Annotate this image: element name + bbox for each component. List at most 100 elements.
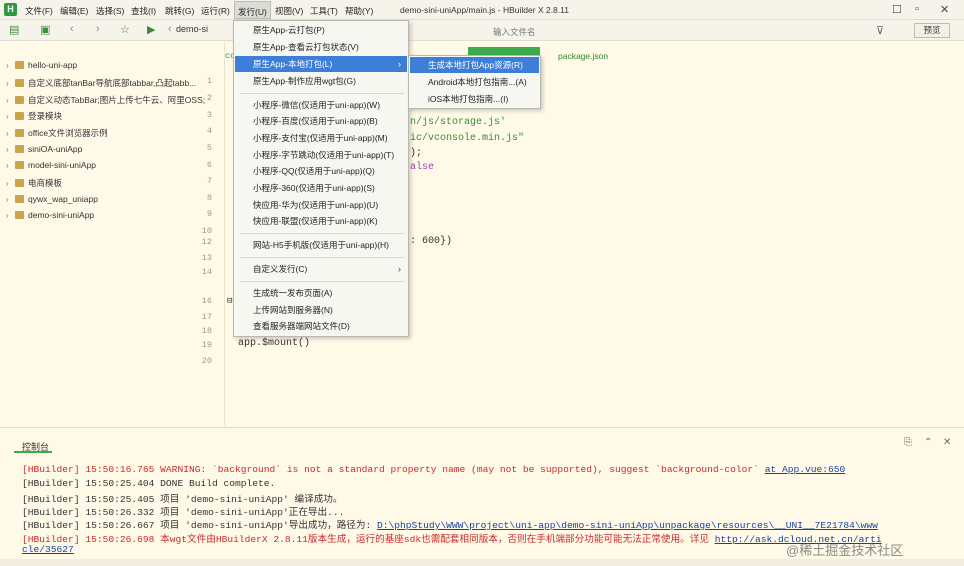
console-line: [HBuilder] 15:50:26.332 项目 'demo-sini-un… (22, 507, 345, 518)
chevron-right-icon: › (6, 96, 9, 105)
menu-wgt-pack[interactable]: 原生App-制作应用wgt包(G) (235, 73, 407, 89)
console-line-text: [HBuilder] 15:50:26.667 项目 'demo-sini-un… (22, 520, 378, 531)
menu-mp-qq[interactable]: 小程序-QQ(仅适用于uni-app)(Q) (235, 163, 407, 179)
folder-icon (15, 79, 24, 87)
code-mount: app.$mount() (238, 338, 311, 349)
project-label: 自定义动态TabBar;图片上传七牛云、阿里OSS; (28, 95, 206, 105)
menu-quickapp-union[interactable]: 快应用-联盟(仅适用于uni-app)(K) (235, 213, 407, 229)
project-label: office文件浏览器示例 (28, 128, 108, 138)
menu-mp-toutiao[interactable]: 小程序-字节跳动(仅适用于uni-app)(T) (235, 147, 407, 163)
chevron-right-icon: › (398, 59, 401, 69)
chevron-right-icon: › (6, 145, 9, 154)
menu-edit[interactable]: 编辑(E) (60, 5, 88, 17)
line-number: 8 (206, 193, 212, 203)
line-number: 7 (206, 176, 212, 186)
line-number: 4 (206, 126, 212, 136)
window-title: demo-sini-uniApp/main.js - HBuilder X 2.… (400, 5, 569, 15)
folder-icon (15, 179, 24, 187)
package-json-tab[interactable]: package.json (558, 51, 608, 61)
console-line: [HBuilder] 15:50:26.667 项目 'demo-sini-un… (22, 517, 878, 531)
project-item[interactable]: › siniOA-uniApp (6, 144, 220, 158)
close-icon[interactable]: ✕ (940, 3, 949, 16)
menu-h5[interactable]: 网站-H5手机版(仅适用于uni-app)(H) (235, 237, 407, 253)
project-label: 登录模块 (28, 111, 63, 121)
status-bar (0, 559, 964, 566)
star-icon[interactable]: ☆ (120, 23, 130, 36)
menu-android-guide[interactable]: Android本地打包指南...(A) (410, 74, 539, 90)
menu-local-pack[interactable]: 原生App-本地打包(L) › (235, 56, 407, 72)
menu-custom-publish[interactable]: 自定义发行(C) › (235, 261, 407, 277)
fold-icon[interactable]: ⊟ (227, 296, 232, 306)
chevron-up-icon[interactable]: ⌃ (924, 437, 932, 448)
folder-icon (15, 161, 24, 169)
project-item[interactable]: › model-sini-uniApp (6, 160, 220, 174)
nav-back-icon[interactable]: ‹ (168, 23, 172, 35)
maximize-icon[interactable]: ☐ (892, 3, 902, 16)
back-icon[interactable]: ‹ (70, 23, 74, 35)
project-label: 自定义底部tanBar导航底部tabbar,凸起tabb... (28, 78, 197, 88)
restore-icon[interactable]: ▫ (915, 3, 919, 15)
console-link[interactable]: D:\phpStudy\WWW\project\uni-app\demo-sin… (377, 520, 878, 531)
breadcrumb[interactable]: demo-si (176, 24, 208, 34)
new-file-icon[interactable]: ▤ (9, 23, 19, 36)
menu-find[interactable]: 查找(I) (131, 5, 156, 17)
project-label: 电商模板 (28, 178, 63, 188)
project-item[interactable]: › 登录模块 (6, 110, 220, 124)
menu-view[interactable]: 视图(V) (275, 5, 303, 17)
menu-mp-weixin[interactable]: 小程序-微信(仅适用于uni-app)(W) (235, 97, 407, 113)
menu-ios-guide[interactable]: iOS本地打包指南...(I) (410, 91, 539, 107)
line-number: 16 (201, 296, 212, 306)
code-storage: n/js/storage.js' (410, 117, 507, 128)
run-icon[interactable]: ▶ (147, 23, 155, 36)
project-item[interactable]: › hello-uni-app (6, 60, 220, 74)
console-link[interactable]: cle/35627 (22, 544, 74, 555)
menu-gen-local-resources[interactable]: 生成本地打包App资源(R) (410, 57, 539, 73)
line-number: 3 (206, 110, 212, 120)
project-label: demo-sini-uniApp (28, 210, 95, 220)
chevron-right-icon: › (6, 179, 9, 188)
menu-upload-server[interactable]: 上传网站到服务器(N) (235, 302, 407, 318)
folder-icon (15, 145, 24, 153)
folder-icon (15, 61, 24, 69)
line-number: 5 (206, 143, 212, 153)
console-link[interactable]: at App.vue:650 (765, 464, 846, 475)
forward-icon[interactable]: › (96, 23, 100, 35)
menu-goto[interactable]: 跳转(G) (165, 5, 194, 17)
chevron-right-icon: › (6, 161, 9, 170)
menu-tools[interactable]: 工具(T) (310, 5, 338, 17)
console-line: [HBuilder] 15:50:26.698 本wgt文件由HBuilderX… (22, 531, 882, 545)
save-icon[interactable]: ▣ (40, 23, 50, 36)
project-label: model-sini-uniApp (28, 160, 97, 170)
console-line-text: [HBuilder] 15:50:16.765 WARNING: `backgr… (22, 464, 765, 475)
line-number: 18 (201, 326, 212, 336)
menu-gen-release-page[interactable]: 生成统一发布页面(A) (235, 285, 407, 301)
watermark: @稀土掘金技术社区 (786, 543, 904, 558)
menu-cloud-status[interactable]: 原生App-查看云打包状态(V) (235, 39, 407, 55)
project-item[interactable]: › office文件浏览器示例 (6, 127, 220, 141)
project-item[interactable]: › demo-sini-uniApp (6, 210, 220, 224)
filter-icon[interactable]: ⊽ (876, 24, 884, 37)
project-item[interactable]: › 自定义动态TabBar;图片上传七牛云、阿里OSS; (6, 94, 220, 108)
project-item[interactable]: › 自定义底部tanBar导航底部tabbar,凸起tabb... (6, 77, 220, 91)
menu-run[interactable]: 运行(R) (201, 5, 230, 17)
menu-mp-baidu[interactable]: 小程序-百度(仅适用于uni-app)(B) (235, 113, 407, 129)
menu-select[interactable]: 选择(S) (96, 5, 124, 17)
menu-mp-360[interactable]: 小程序-360(仅适用于uni-app)(S) (235, 180, 407, 196)
menu-file[interactable]: 文件(F) (25, 5, 53, 17)
preview-button[interactable]: 预览 (914, 23, 950, 38)
menu-view-server-files[interactable]: 查看服务器端网站文件(D) (235, 318, 407, 334)
file-name-input[interactable] (493, 25, 863, 38)
menu-publish[interactable]: 发行(U) (234, 1, 271, 19)
line-number: 1 (206, 76, 212, 86)
menu-help[interactable]: 帮助(Y) (345, 5, 373, 17)
menu-quickapp-huawei[interactable]: 快应用-华为(仅适用于uni-app)(U) (235, 197, 407, 213)
menu-custom-publish-label: 自定义发行(C) (253, 264, 308, 274)
line-number: 13 (201, 253, 212, 263)
menu-cloud-pack[interactable]: 原生App-云打包(P) (235, 22, 407, 38)
active-tab-indicator (468, 47, 540, 55)
project-item[interactable]: › qywx_wap_uniapp (6, 194, 220, 208)
close-panel-icon[interactable]: ✕ (943, 437, 951, 448)
project-item[interactable]: › 电商模板 (6, 177, 220, 191)
menu-mp-alipay[interactable]: 小程序-支付宝(仅适用于uni-app)(M) (235, 130, 407, 146)
clear-console-icon[interactable]: ⎘ (904, 437, 912, 448)
